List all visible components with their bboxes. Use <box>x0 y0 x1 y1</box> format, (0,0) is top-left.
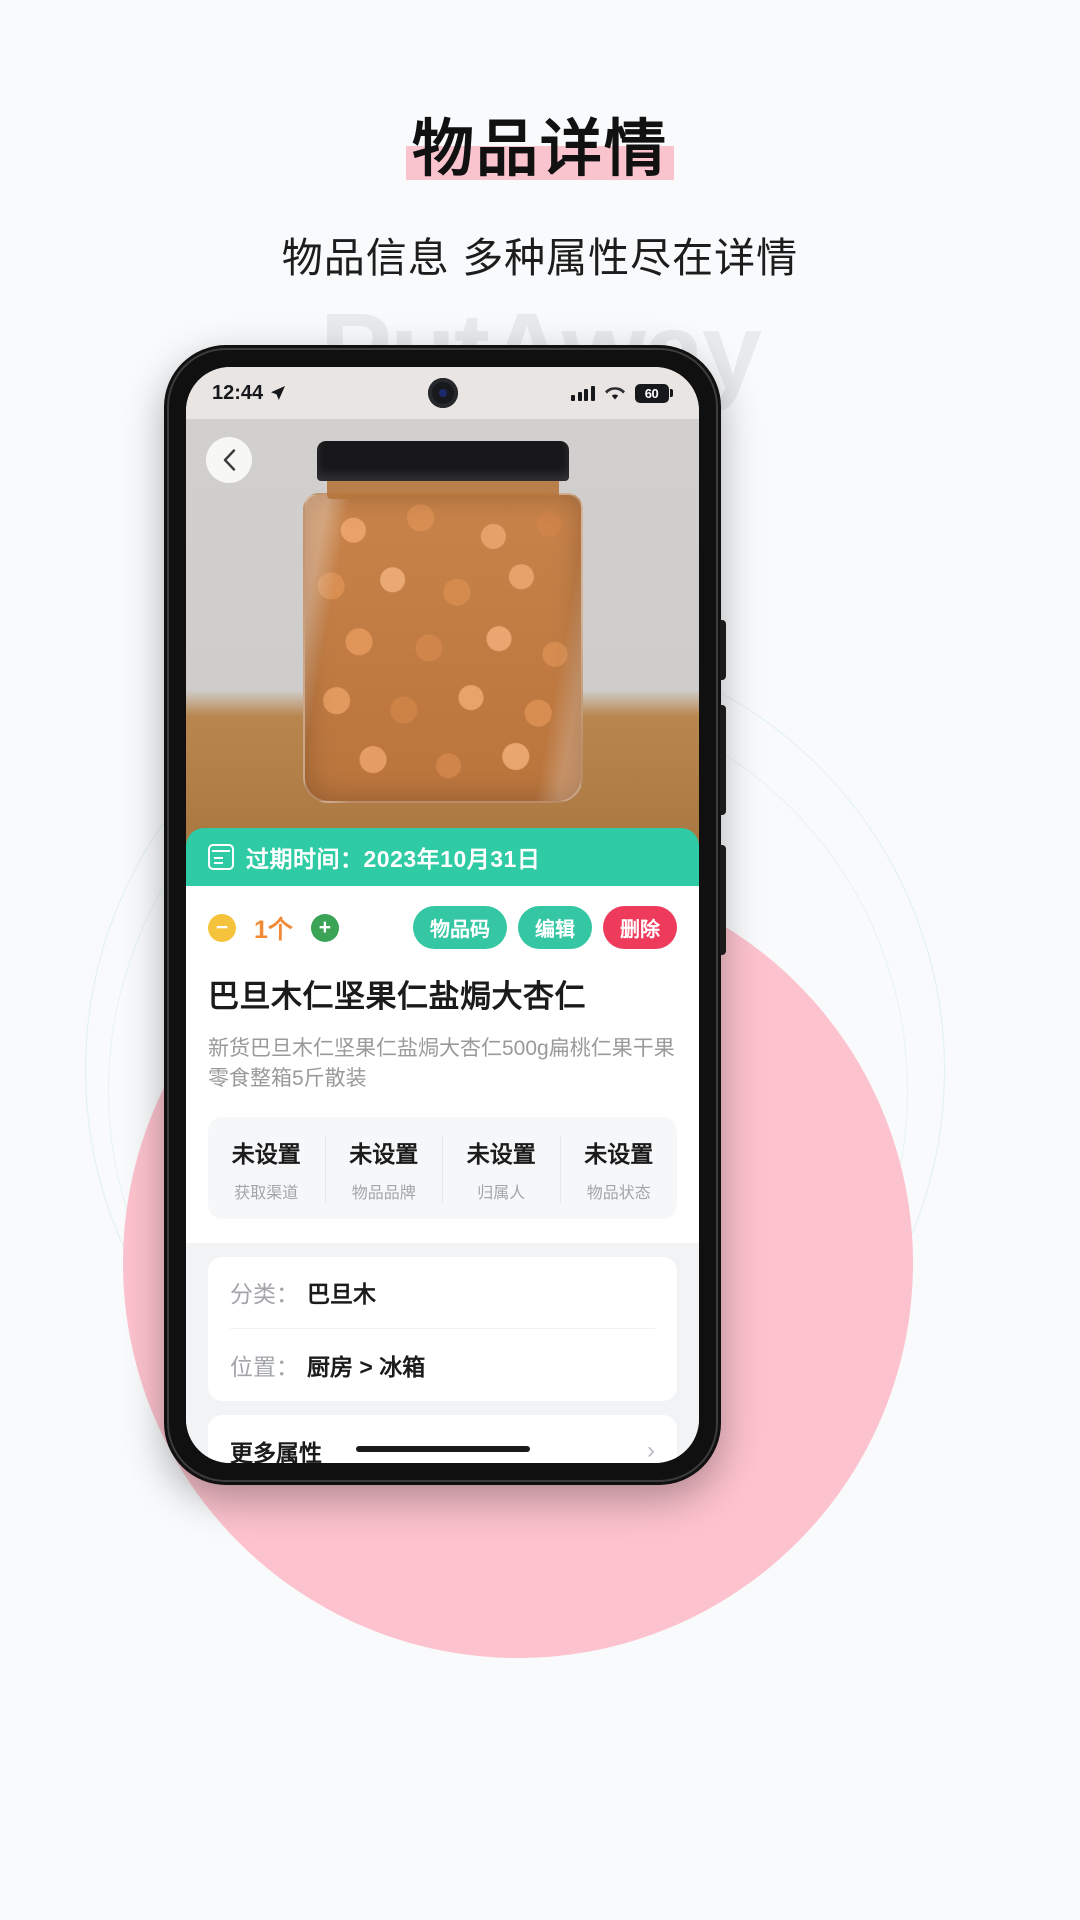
item-code-button[interactable]: 物品码 <box>413 906 507 949</box>
attribute-label: 获取渠道 <box>234 1184 299 1202</box>
attribute-value: 未设置 <box>466 1140 536 1167</box>
attribute-status[interactable]: 未设置 物品状态 <box>561 1135 678 1203</box>
jar-glass <box>302 493 583 803</box>
item-photo <box>186 419 699 856</box>
decrease-quantity-button[interactable]: − <box>208 913 236 942</box>
attribute-acquisition-channel[interactable]: 未设置 获取渠道 <box>208 1134 326 1203</box>
attribute-label: 归属人 <box>477 1184 526 1202</box>
location-value: 厨房 > 冰箱 <box>307 1353 426 1380</box>
meta-card: 分类： 巴旦木 位置： 厨房 > 冰箱 <box>208 1256 677 1401</box>
calendar-icon <box>208 844 234 870</box>
status-bar: 12:44 60 <box>186 367 699 419</box>
delete-button[interactable]: 删除 <box>603 906 677 949</box>
attribute-label: 物品品牌 <box>351 1184 416 1202</box>
status-bar-right: 60 <box>571 383 673 403</box>
attribute-brand[interactable]: 未设置 物品品牌 <box>326 1134 443 1203</box>
status-bar-time: 12:44 <box>212 381 264 404</box>
page-header: 物品详情 物品信息 多种属性尽在详情 <box>0 0 1080 284</box>
edit-button[interactable]: 编辑 <box>518 906 592 949</box>
battery-tip <box>670 389 673 397</box>
attribute-value: 未设置 <box>349 1140 419 1167</box>
category-label: 分类： <box>230 1281 299 1308</box>
battery-icon: 60 <box>634 383 673 403</box>
status-bar-left: 12:44 <box>212 382 286 405</box>
phone-side-button-power <box>720 845 726 955</box>
category-row[interactable]: 分类： 巴旦木 <box>230 1257 655 1329</box>
attribute-value: 未设置 <box>584 1140 654 1167</box>
wifi-icon <box>604 387 625 400</box>
expiry-banner: 过期时间：2023年10月31日 <box>186 828 699 886</box>
page-title-text: 物品详情 <box>411 115 668 184</box>
category-value: 巴旦木 <box>307 1281 376 1308</box>
phone-mockup: 12:44 60 过期时间：2023年10月31日 − 1个 + 物品码 编辑 … <box>164 345 726 1485</box>
front-camera-punch-hole <box>427 378 458 408</box>
back-button[interactable] <box>206 437 252 483</box>
page-title: 物品详情 <box>405 98 674 188</box>
item-title: 巴旦木仁坚果仁盐焗大杏仁 <box>208 979 586 1014</box>
more-attributes-row[interactable]: 更多属性 › <box>230 1415 655 1463</box>
phone-side-button-volume <box>720 705 726 815</box>
screen-body: 过期时间：2023年10月31日 − 1个 + 物品码 编辑 删除 巴旦木仁坚果… <box>186 419 699 1463</box>
phone-side-button-mute <box>720 620 726 680</box>
more-attributes-label: 更多属性 <box>230 1439 322 1463</box>
chevron-left-icon <box>223 449 235 471</box>
location-label: 位置： <box>230 1353 299 1380</box>
location-arrow-icon <box>271 386 286 400</box>
item-info-card: − 1个 + 物品码 编辑 删除 巴旦木仁坚果仁盐焗大杏仁 新货巴旦木仁坚果仁盐… <box>186 886 699 1243</box>
attributes-grid: 未设置 获取渠道 未设置 物品品牌 未设置 归属人 未设置 物品状态 <box>208 1116 678 1219</box>
attribute-value: 未设置 <box>231 1140 301 1167</box>
attribute-owner[interactable]: 未设置 归属人 <box>443 1134 561 1203</box>
home-indicator <box>355 1446 530 1452</box>
phone-screen: 12:44 60 过期时间：2023年10月31日 − 1个 + 物品码 编辑 … <box>186 367 699 1463</box>
signal-bars-icon <box>571 385 595 401</box>
location-row[interactable]: 位置： 厨房 > 冰箱 <box>230 1329 655 1401</box>
quantity-row: − 1个 + 物品码 编辑 删除 <box>208 906 677 949</box>
action-buttons: 物品码 编辑 删除 <box>413 906 677 949</box>
almond-jar-illustration <box>293 441 593 821</box>
more-attributes-card[interactable]: 更多属性 › <box>208 1414 677 1463</box>
increase-quantity-button[interactable]: + <box>310 913 339 942</box>
jar-lid <box>316 441 569 481</box>
battery-level-text: 60 <box>634 383 669 403</box>
quantity-value: 1个 <box>254 915 293 944</box>
item-description: 新货巴旦木仁坚果仁盐焗大杏仁500g扁桃仁果干果零食整箱5斤散装 <box>208 1037 675 1091</box>
chevron-right-icon: › <box>647 1436 655 1463</box>
expiry-text: 过期时间：2023年10月31日 <box>246 846 541 872</box>
page-subtitle: 物品信息 多种属性尽在详情 <box>281 235 799 281</box>
attribute-label: 物品状态 <box>586 1184 651 1202</box>
